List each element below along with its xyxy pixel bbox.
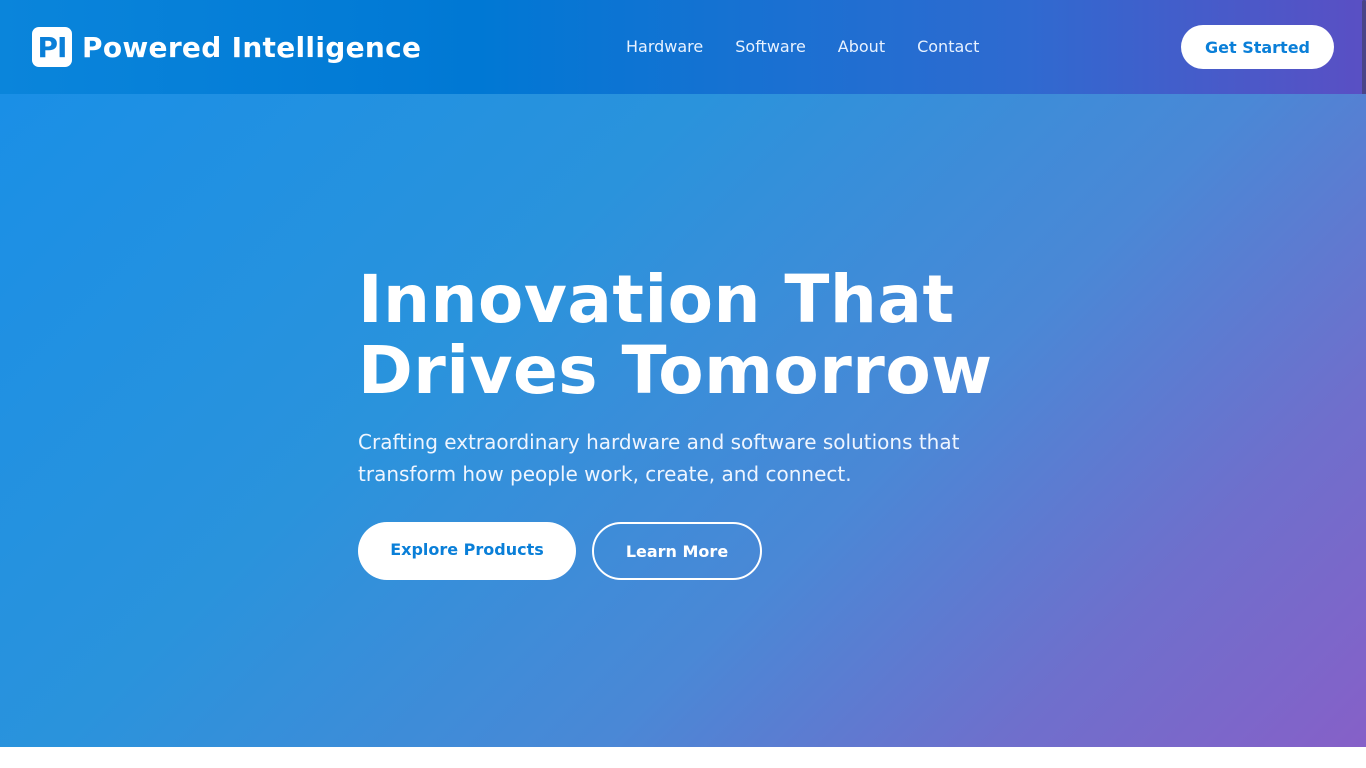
scrollbar-thumb[interactable] [1362,0,1366,104]
hero-section: Innovation That Drives Tomorrow Crafting… [0,94,1366,747]
hero-subtitle-line1: Crafting extraordinary hardware and soft… [358,430,960,454]
nav-link-software[interactable]: Software [735,37,806,57]
site-header: PI Powered Intelligence Hardware Softwar… [0,0,1366,104]
nav-link-contact[interactable]: Contact [917,37,979,57]
logo-mark: PI [32,27,72,67]
main-nav: Hardware Software About Contact [626,37,1011,57]
nav-link-hardware[interactable]: Hardware [626,37,703,57]
hero-subtitle: Crafting extraordinary hardware and soft… [358,426,998,490]
brand-name: Powered Intelligence [82,30,422,64]
hero-title-line1: Innovation That [358,261,955,338]
nav-link-about[interactable]: About [838,37,885,57]
hero-subtitle-line2: transform how people work, create, and c… [358,462,852,486]
hero-title: Innovation That Drives Tomorrow [358,264,1078,406]
hero-title-line2: Drives Tomorrow [358,332,993,409]
get-started-button[interactable]: Get Started [1181,25,1334,69]
explore-products-button[interactable]: Explore Products [358,522,576,580]
learn-more-button[interactable]: Learn More [592,522,762,580]
brand-logo[interactable]: PI Powered Intelligence [32,27,421,67]
